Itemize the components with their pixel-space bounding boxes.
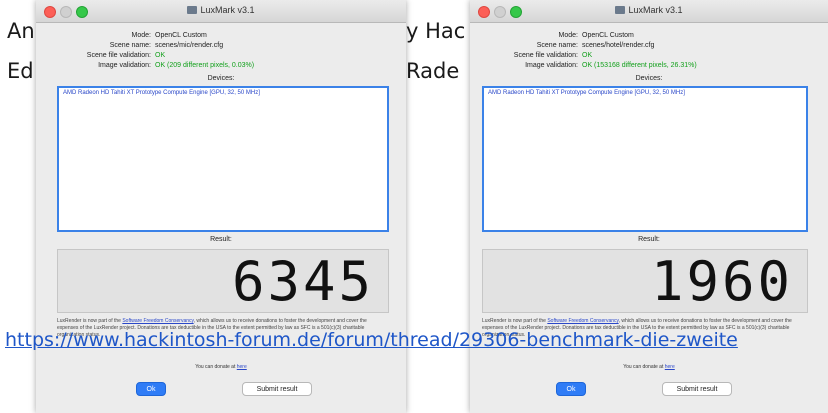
mode-row: Mode: OpenCL Custom xyxy=(36,31,406,41)
scene-validation-row: Scene file validation: OK xyxy=(36,51,406,61)
ok-button[interactable]: Ok xyxy=(556,382,586,396)
result-display: 6345 xyxy=(57,249,389,313)
window-title-text: LuxMark v3.1 xyxy=(628,5,683,15)
scene-label: Scene name: xyxy=(109,42,151,49)
app-icon xyxy=(615,6,626,14)
window-title-text: LuxMark v3.1 xyxy=(200,5,255,15)
submit-result-button[interactable]: Submit result xyxy=(242,382,312,396)
notice-text-start: LuxRender is now part of the xyxy=(57,318,123,324)
mode-label: Mode: xyxy=(131,32,151,39)
window-titlebar[interactable]: LuxMark v3.1 xyxy=(36,0,406,23)
scene-row: Scene name: scenes/hotel/render.cfg xyxy=(470,41,828,51)
scene-validation-row: Scene file validation: OK xyxy=(470,51,828,61)
ok-button[interactable]: Ok xyxy=(136,382,166,396)
image-validation-label: Image validation: xyxy=(98,62,151,69)
donate-link[interactable]: here xyxy=(665,364,675,370)
result-label: Result: xyxy=(210,236,232,243)
device-item[interactable]: AMD Radeon HD Tahiti XT Prototype Comput… xyxy=(484,88,806,98)
donate-line: You can donate at here xyxy=(470,364,828,370)
scene-validation-value: OK xyxy=(155,52,166,59)
mode-value: OpenCL Custom xyxy=(155,32,207,39)
background-text-line1-mid: y Hac xyxy=(406,19,466,43)
scene-value: scenes/hotel/render.cfg xyxy=(582,42,655,49)
result-value: 1960 xyxy=(650,250,793,313)
device-item[interactable]: AMD Radeon HD Tahiti XT Prototype Comput… xyxy=(59,88,387,98)
devices-list[interactable]: AMD Radeon HD Tahiti XT Prototype Comput… xyxy=(482,86,808,232)
luxmark-window-right: LuxMark v3.1 Mode: OpenCL Custom Scene n… xyxy=(470,0,828,413)
submit-result-button[interactable]: Submit result xyxy=(662,382,732,396)
image-validation-row: Image validation: OK (209 different pixe… xyxy=(36,61,406,71)
background-text-line2-mid: Rade xyxy=(406,59,460,83)
donate-line: You can donate at here xyxy=(36,364,406,370)
scene-validation-label: Scene file validation: xyxy=(86,52,151,59)
scene-validation-value: OK xyxy=(582,52,593,59)
scene-row: Scene name: scenes/mic/render.cfg xyxy=(36,41,406,51)
donate-text: You can donate at xyxy=(623,364,665,370)
devices-label: Devices: xyxy=(635,75,663,82)
window-title: LuxMark v3.1 xyxy=(470,5,828,15)
scene-validation-label: Scene file validation: xyxy=(513,52,578,59)
image-validation-label: Image validation: xyxy=(525,62,578,69)
image-validation-value: OK (209 different pixels, 0.03%) xyxy=(155,62,255,69)
scene-label: Scene name: xyxy=(536,42,578,49)
mode-label: Mode: xyxy=(558,32,578,39)
image-validation-value: OK (153168 different pixels, 26.31%) xyxy=(582,62,697,69)
mode-row: Mode: OpenCL Custom xyxy=(470,31,828,41)
donate-text: You can donate at xyxy=(195,364,237,370)
luxmark-window-left: LuxMark v3.1 Mode: OpenCL Custom Scene n… xyxy=(36,0,406,413)
app-icon xyxy=(187,6,198,14)
background-text-line1-left: An xyxy=(7,19,35,43)
devices-label: Devices: xyxy=(207,75,235,82)
result-value: 6345 xyxy=(231,250,374,313)
image-validation-row: Image validation: OK (153168 different p… xyxy=(470,61,828,71)
window-titlebar[interactable]: LuxMark v3.1 xyxy=(470,0,828,23)
background-text-line2-left: Ed xyxy=(7,59,34,83)
forum-thread-link[interactable]: https://www.hackintosh-forum.de/forum/th… xyxy=(5,331,738,350)
result-display: 1960 xyxy=(482,249,808,313)
scene-value: scenes/mic/render.cfg xyxy=(155,42,224,49)
window-title: LuxMark v3.1 xyxy=(36,5,406,15)
notice-text-start: LuxRender is now part of the xyxy=(482,318,548,324)
sfc-link[interactable]: Software Freedom Conservancy xyxy=(547,318,618,324)
mode-value: OpenCL Custom xyxy=(582,32,634,39)
donate-link[interactable]: here xyxy=(237,364,247,370)
result-label: Result: xyxy=(638,236,660,243)
sfc-link[interactable]: Software Freedom Conservancy xyxy=(122,318,193,324)
devices-list[interactable]: AMD Radeon HD Tahiti XT Prototype Comput… xyxy=(57,86,389,232)
